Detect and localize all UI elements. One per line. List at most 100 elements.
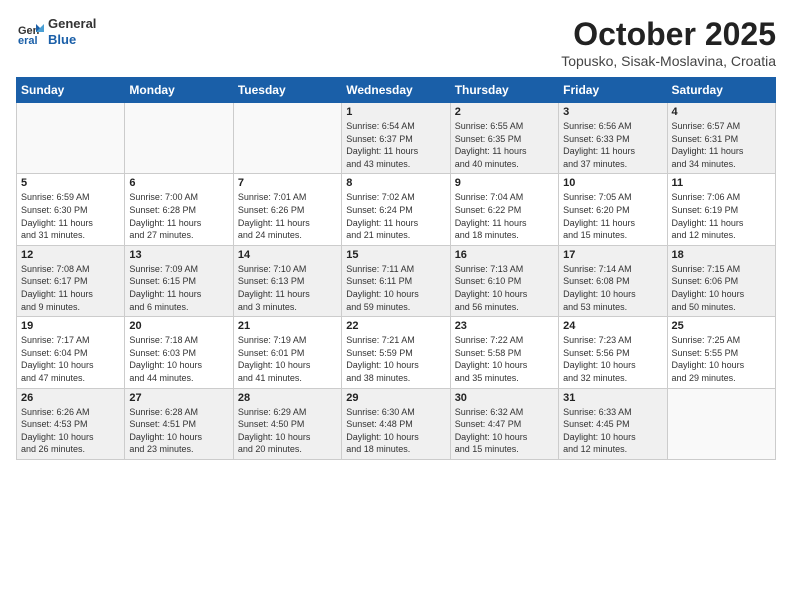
day-number: 7	[238, 177, 337, 189]
weekday-header-sunday: Sunday	[17, 78, 125, 103]
day-info: Sunrise: 7:25 AM Sunset: 5:55 PM Dayligh…	[672, 334, 771, 384]
day-number: 12	[21, 249, 120, 261]
day-info: Sunrise: 7:19 AM Sunset: 6:01 PM Dayligh…	[238, 334, 337, 384]
calendar-day-cell: 2Sunrise: 6:55 AM Sunset: 6:35 PM Daylig…	[450, 103, 558, 174]
day-number: 22	[346, 320, 445, 332]
calendar-day-cell: 27 Sunrise: 6:28 AM Sunset: 4:51 PM Dayli…	[125, 388, 233, 459]
calendar-week-row: 19 Sunrise: 7:17 AM Sunset: 6:04 PM Dayli…	[17, 317, 776, 388]
calendar-day-cell: 1 Sunrise: 6:54 AM Sunset: 6:37 PM Daylig…	[342, 103, 450, 174]
calendar-week-row: 5Sunrise: 6:59 AM Sunset: 6:30 PM Daylig…	[17, 174, 776, 245]
weekday-header-tuesday: Tuesday	[233, 78, 341, 103]
day-info: Sunrise: 6:54 AM Sunset: 6:37 PM Dayligh…	[346, 120, 445, 170]
day-number: 31	[563, 392, 662, 404]
day-info: Sunrise: 7:22 AM Sunset: 5:58 PM Dayligh…	[455, 334, 554, 384]
logo-general-text: General	[48, 16, 96, 32]
weekday-header-thursday: Thursday	[450, 78, 558, 103]
calendar-day-cell: 14 Sunrise: 7:10 AM Sunset: 6:13 PM Dayli…	[233, 245, 341, 316]
day-number: 2	[455, 106, 554, 118]
calendar-day-cell: 31 Sunrise: 6:33 AM Sunset: 4:45 PM Dayli…	[559, 388, 667, 459]
calendar-day-cell	[125, 103, 233, 174]
day-number: 30	[455, 392, 554, 404]
calendar-day-cell: 26 Sunrise: 6:26 AM Sunset: 4:53 PM Dayli…	[17, 388, 125, 459]
calendar-day-cell: 11Sunrise: 7:06 AM Sunset: 6:19 PM Dayli…	[667, 174, 775, 245]
calendar-day-cell: 24 Sunrise: 7:23 AM Sunset: 5:56 PM Dayli…	[559, 317, 667, 388]
calendar-day-cell: 28Sunrise: 6:29 AM Sunset: 4:50 PM Dayli…	[233, 388, 341, 459]
day-info: Sunrise: 7:23 AM Sunset: 5:56 PM Dayligh…	[563, 334, 662, 384]
day-info: Sunrise: 6:28 AM Sunset: 4:51 PM Dayligh…	[129, 406, 228, 456]
calendar-day-cell: 20 Sunrise: 7:18 AM Sunset: 6:03 PM Dayli…	[125, 317, 233, 388]
calendar-day-cell: 23 Sunrise: 7:22 AM Sunset: 5:58 PM Dayli…	[450, 317, 558, 388]
calendar-day-cell: 12 Sunrise: 7:08 AM Sunset: 6:17 PM Dayli…	[17, 245, 125, 316]
calendar-day-cell: 3Sunrise: 6:56 AM Sunset: 6:33 PM Daylig…	[559, 103, 667, 174]
calendar-day-cell	[233, 103, 341, 174]
calendar-week-row: 26 Sunrise: 6:26 AM Sunset: 4:53 PM Dayli…	[17, 388, 776, 459]
day-number: 23	[455, 320, 554, 332]
day-number: 10	[563, 177, 662, 189]
calendar-day-cell: 16 Sunrise: 7:13 AM Sunset: 6:10 PM Dayli…	[450, 245, 558, 316]
day-number: 21	[238, 320, 337, 332]
day-number: 1	[346, 106, 445, 118]
day-info: Sunrise: 6:30 AM Sunset: 4:48 PM Dayligh…	[346, 406, 445, 456]
day-number: 24	[563, 320, 662, 332]
day-info: Sunrise: 7:00 AM Sunset: 6:28 PM Dayligh…	[129, 191, 228, 241]
day-number: 16	[455, 249, 554, 261]
day-number: 27	[129, 392, 228, 404]
logo: Gen eral General Blue	[16, 16, 96, 47]
weekday-header-saturday: Saturday	[667, 78, 775, 103]
day-number: 6	[129, 177, 228, 189]
calendar-day-cell: 30Sunrise: 6:32 AM Sunset: 4:47 PM Dayli…	[450, 388, 558, 459]
day-number: 26	[21, 392, 120, 404]
day-info: Sunrise: 7:17 AM Sunset: 6:04 PM Dayligh…	[21, 334, 120, 384]
logo-blue-text: Blue	[48, 32, 96, 48]
calendar-day-cell: 10 Sunrise: 7:05 AM Sunset: 6:20 PM Dayli…	[559, 174, 667, 245]
day-info: Sunrise: 6:29 AM Sunset: 4:50 PM Dayligh…	[238, 406, 337, 456]
day-number: 9	[455, 177, 554, 189]
day-info: Sunrise: 7:10 AM Sunset: 6:13 PM Dayligh…	[238, 263, 337, 313]
logo-icon: Gen eral	[16, 18, 44, 46]
day-number: 25	[672, 320, 771, 332]
calendar-day-cell: 9Sunrise: 7:04 AM Sunset: 6:22 PM Daylig…	[450, 174, 558, 245]
day-info: Sunrise: 6:33 AM Sunset: 4:45 PM Dayligh…	[563, 406, 662, 456]
day-info: Sunrise: 6:59 AM Sunset: 6:30 PM Dayligh…	[21, 191, 120, 241]
calendar-day-cell: 19 Sunrise: 7:17 AM Sunset: 6:04 PM Dayli…	[17, 317, 125, 388]
day-number: 8	[346, 177, 445, 189]
calendar-day-cell: 18Sunrise: 7:15 AM Sunset: 6:06 PM Dayli…	[667, 245, 775, 316]
day-number: 4	[672, 106, 771, 118]
day-number: 29	[346, 392, 445, 404]
day-info: Sunrise: 7:02 AM Sunset: 6:24 PM Dayligh…	[346, 191, 445, 241]
calendar-day-cell: 22 Sunrise: 7:21 AM Sunset: 5:59 PM Dayli…	[342, 317, 450, 388]
weekday-header-wednesday: Wednesday	[342, 78, 450, 103]
calendar-day-cell: 13 Sunrise: 7:09 AM Sunset: 6:15 PM Dayli…	[125, 245, 233, 316]
day-info: Sunrise: 6:56 AM Sunset: 6:33 PM Dayligh…	[563, 120, 662, 170]
calendar-day-cell: 17 Sunrise: 7:14 AM Sunset: 6:08 PM Dayli…	[559, 245, 667, 316]
month-title: October 2025	[561, 16, 776, 53]
day-number: 14	[238, 249, 337, 261]
calendar-table: SundayMondayTuesdayWednesdayThursdayFrid…	[16, 77, 776, 460]
day-info: Sunrise: 7:11 AM Sunset: 6:11 PM Dayligh…	[346, 263, 445, 313]
day-info: Sunrise: 7:01 AM Sunset: 6:26 PM Dayligh…	[238, 191, 337, 241]
title-block: October 2025 Topusko, Sisak-Moslavina, C…	[561, 16, 776, 69]
calendar-day-cell: 15 Sunrise: 7:11 AM Sunset: 6:11 PM Dayli…	[342, 245, 450, 316]
day-info: Sunrise: 7:09 AM Sunset: 6:15 PM Dayligh…	[129, 263, 228, 313]
day-info: Sunrise: 7:05 AM Sunset: 6:20 PM Dayligh…	[563, 191, 662, 241]
day-number: 20	[129, 320, 228, 332]
calendar-day-cell	[17, 103, 125, 174]
day-info: Sunrise: 6:26 AM Sunset: 4:53 PM Dayligh…	[21, 406, 120, 456]
calendar-week-row: 12 Sunrise: 7:08 AM Sunset: 6:17 PM Dayli…	[17, 245, 776, 316]
day-info: Sunrise: 7:14 AM Sunset: 6:08 PM Dayligh…	[563, 263, 662, 313]
day-info: Sunrise: 7:08 AM Sunset: 6:17 PM Dayligh…	[21, 263, 120, 313]
calendar-day-cell: 25 Sunrise: 7:25 AM Sunset: 5:55 PM Dayli…	[667, 317, 775, 388]
day-info: Sunrise: 7:13 AM Sunset: 6:10 PM Dayligh…	[455, 263, 554, 313]
logo-text: General Blue	[48, 16, 96, 47]
day-info: Sunrise: 7:15 AM Sunset: 6:06 PM Dayligh…	[672, 263, 771, 313]
day-info: Sunrise: 7:18 AM Sunset: 6:03 PM Dayligh…	[129, 334, 228, 384]
day-number: 11	[672, 177, 771, 189]
calendar-week-row: 1 Sunrise: 6:54 AM Sunset: 6:37 PM Daylig…	[17, 103, 776, 174]
day-info: Sunrise: 7:21 AM Sunset: 5:59 PM Dayligh…	[346, 334, 445, 384]
day-number: 15	[346, 249, 445, 261]
day-number: 13	[129, 249, 228, 261]
weekday-header-friday: Friday	[559, 78, 667, 103]
day-number: 19	[21, 320, 120, 332]
calendar-day-cell: 7 Sunrise: 7:01 AM Sunset: 6:26 PM Daylig…	[233, 174, 341, 245]
day-number: 17	[563, 249, 662, 261]
